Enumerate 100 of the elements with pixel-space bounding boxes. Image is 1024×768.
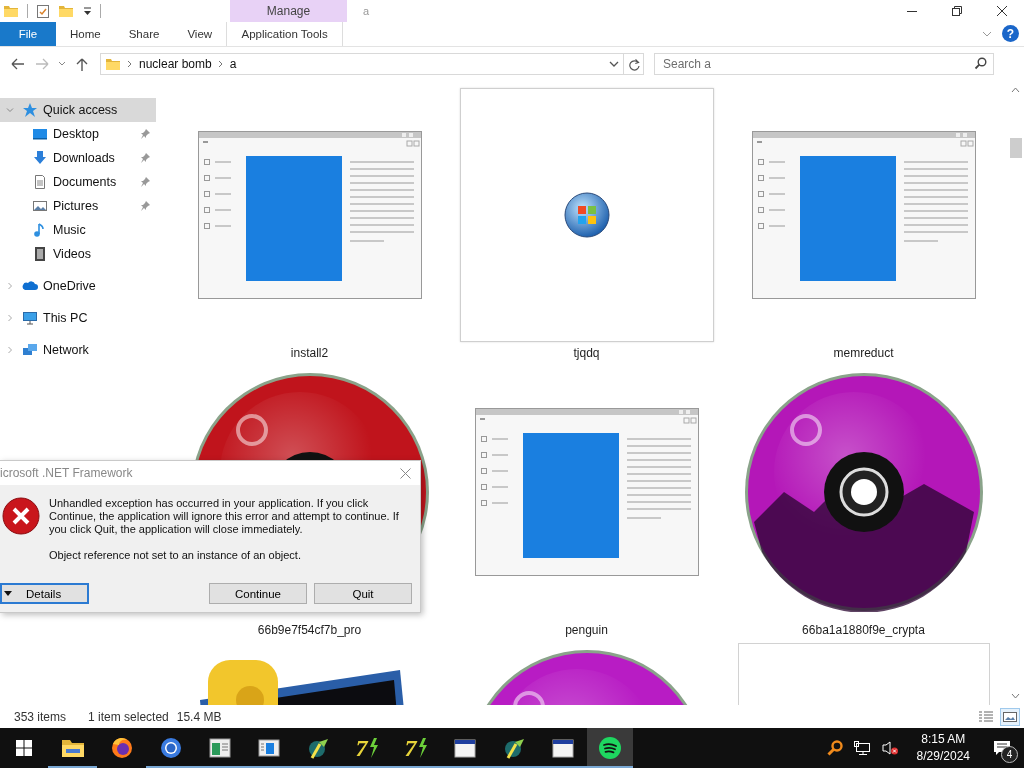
close-icon bbox=[996, 6, 1007, 16]
taskbar-button[interactable]: 7 bbox=[342, 728, 391, 768]
taskbar-button[interactable] bbox=[587, 728, 633, 768]
breadcrumb-item[interactable]: nuclear bomb bbox=[139, 57, 212, 71]
address-bar[interactable]: nuclear bomb a bbox=[100, 53, 624, 75]
nav-label: Quick access bbox=[43, 103, 118, 117]
file-name[interactable]: tjqdq bbox=[573, 346, 600, 360]
details-view-icon bbox=[978, 709, 994, 724]
app-label: 7 bbox=[404, 734, 417, 762]
flame-globe-icon bbox=[109, 736, 134, 760]
refresh-icon bbox=[627, 57, 640, 71]
window-icon bbox=[550, 736, 575, 760]
ribbon-tab[interactable]: File bbox=[0, 22, 56, 46]
up-arrow-icon bbox=[75, 57, 89, 71]
nav-label: Downloads bbox=[53, 151, 115, 165]
dialog-button[interactable]: Quit bbox=[314, 583, 412, 604]
restore-icon bbox=[951, 6, 962, 16]
folder-icon bbox=[105, 57, 121, 71]
breadcrumb-item[interactable]: a bbox=[229, 57, 237, 71]
window-title: a bbox=[363, 5, 370, 17]
contextual-tab-group: Manage bbox=[230, 0, 347, 22]
nav-item[interactable]: Quick access bbox=[0, 98, 156, 122]
ribbon-tab[interactable]: View bbox=[173, 22, 227, 46]
waves-icon bbox=[598, 736, 622, 760]
nav-item[interactable]: Pictures bbox=[0, 194, 156, 218]
network-icon[interactable] bbox=[852, 740, 871, 756]
error-detail: Object reference not set to an instance of an object. bbox=[49, 549, 302, 562]
pictures-icon bbox=[32, 198, 48, 214]
file-name[interactable]: install2 bbox=[290, 346, 329, 360]
nav-label: This PC bbox=[43, 311, 88, 325]
desktop-icon bbox=[32, 126, 48, 142]
nav-label: Pictures bbox=[53, 199, 99, 213]
nav-item[interactable]: This PC bbox=[0, 306, 156, 330]
large-icons-view-icon bbox=[1002, 709, 1018, 724]
nav-item[interactable]: OneDrive bbox=[0, 274, 156, 298]
error-icon bbox=[2, 497, 40, 535]
refresh-button[interactable] bbox=[624, 53, 644, 75]
document-icon bbox=[32, 174, 48, 190]
monitor-icon bbox=[22, 310, 38, 326]
dialog-title: icrosoft .NET Framework bbox=[0, 466, 133, 480]
download-icon bbox=[32, 150, 48, 166]
file-name[interactable]: penguin bbox=[565, 623, 608, 637]
taskbar-button[interactable]: 7 bbox=[391, 728, 440, 768]
star-icon bbox=[22, 102, 38, 118]
chevron-down-icon bbox=[982, 30, 992, 38]
back-arrow-icon bbox=[10, 57, 26, 71]
dropdown-icon[interactable] bbox=[82, 6, 92, 16]
file-name[interactable]: 66ba1a1880f9e_crypta bbox=[802, 623, 925, 637]
nav-item[interactable]: Network bbox=[0, 338, 156, 362]
caret-down-icon bbox=[4, 591, 12, 596]
nav-label: Documents bbox=[53, 175, 117, 189]
notification-count: 4 bbox=[1001, 746, 1018, 763]
chevron-right-icon bbox=[217, 60, 224, 68]
nav-label: Music bbox=[53, 223, 86, 237]
nav-item[interactable]: Downloads bbox=[0, 146, 156, 170]
lightning-icon bbox=[367, 738, 378, 758]
file-tile[interactable] bbox=[459, 88, 714, 342]
date-text: 8/29/2024 bbox=[916, 748, 970, 765]
notifications-button[interactable]: 4 bbox=[988, 734, 1016, 762]
file-name[interactable]: memreduct bbox=[833, 346, 894, 360]
nav-label: Network bbox=[43, 343, 89, 357]
window-icon bbox=[452, 736, 477, 760]
nav-label: Videos bbox=[53, 247, 91, 261]
nav-label: OneDrive bbox=[43, 279, 96, 293]
error-message: Unhandled exception has occurred in your application. If you click Continue, the application will ignore this error and attempt to continue. If you click Quit, the application will close immediately. bbox=[49, 497, 400, 536]
selection-count: 1 item selected bbox=[88, 709, 169, 724]
speaker-muted-icon[interactable] bbox=[880, 740, 899, 756]
close-icon bbox=[400, 467, 411, 479]
magnifier-icon[interactable] bbox=[826, 740, 843, 756]
nav-item[interactable]: Music bbox=[0, 218, 156, 242]
details-button[interactable]: Details bbox=[0, 583, 89, 604]
view-button[interactable] bbox=[1000, 707, 1020, 726]
time-text: 8:15 AM bbox=[921, 731, 966, 748]
nav-item[interactable]: Videos bbox=[0, 242, 156, 266]
clock[interactable]: 8:15 AM 8/29/2024 bbox=[916, 731, 970, 765]
ribbon-tab[interactable]: Application Tools bbox=[226, 22, 344, 46]
nav-item[interactable]: Documents bbox=[0, 170, 156, 194]
selection-size: 15.4 MB bbox=[176, 709, 222, 724]
forward-arrow-icon bbox=[34, 57, 50, 71]
app-label: 7 bbox=[355, 734, 368, 762]
ribbon-tab[interactable]: Home bbox=[56, 22, 115, 46]
search-icon bbox=[974, 57, 987, 70]
nav-label: Desktop bbox=[53, 127, 99, 141]
help-button[interactable]: ? bbox=[1002, 25, 1019, 42]
file-name[interactable]: 66b9e7f54cf7b_pro bbox=[257, 623, 362, 637]
search-field[interactable]: Search a bbox=[654, 53, 994, 75]
chevron-right-icon bbox=[127, 60, 133, 68]
checklist-icon[interactable] bbox=[36, 3, 50, 19]
window-icon bbox=[256, 736, 281, 760]
ring-icon bbox=[158, 736, 183, 760]
network-icon bbox=[22, 342, 38, 358]
chevron-down-icon[interactable] bbox=[609, 60, 619, 68]
ribbon-tab[interactable]: Share bbox=[114, 22, 174, 46]
start-icon bbox=[16, 740, 32, 756]
close-button[interactable] bbox=[400, 467, 411, 479]
scrollbar-thumb[interactable] bbox=[1009, 138, 1022, 158]
nav-item[interactable]: Desktop bbox=[0, 122, 156, 146]
item-count: 353 items bbox=[14, 709, 67, 724]
lightning-icon bbox=[416, 738, 427, 758]
dialog-button[interactable]: Continue bbox=[209, 583, 307, 604]
